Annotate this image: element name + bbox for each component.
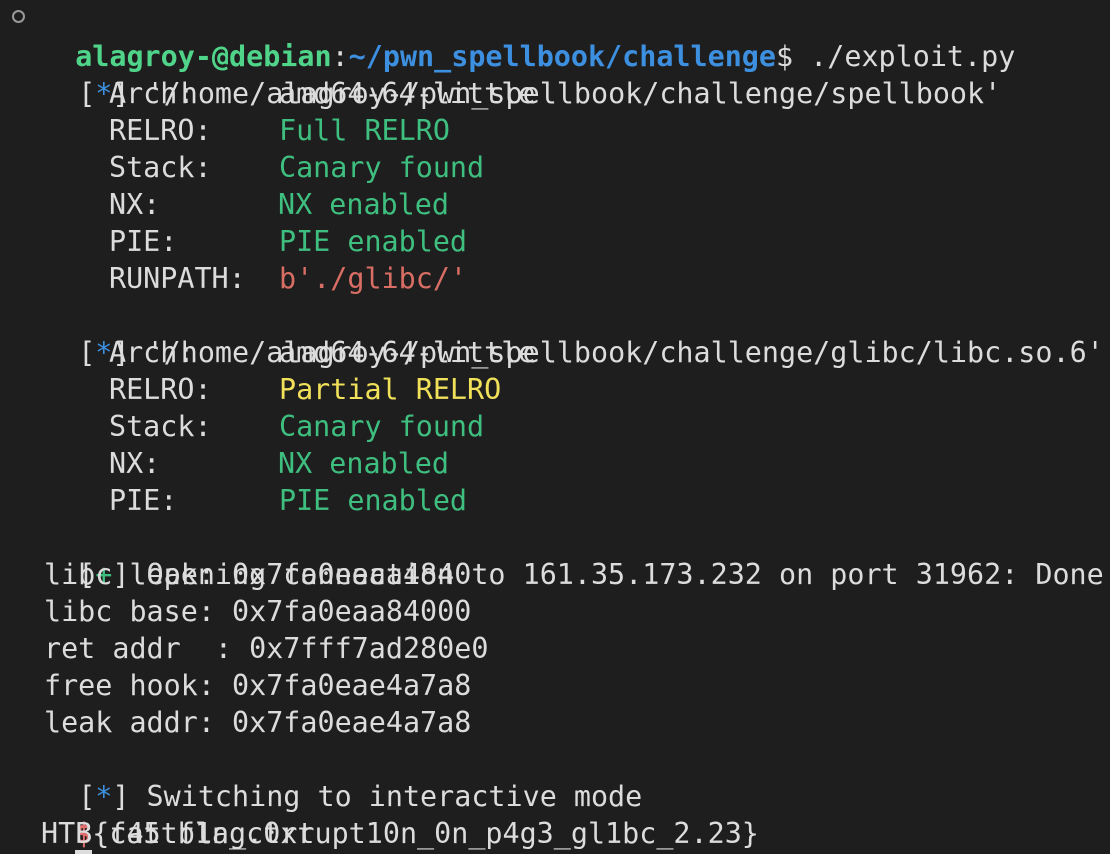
prop-key: Stack: bbox=[109, 151, 212, 184]
prop-key: Stack: bbox=[109, 410, 212, 443]
prop-key: RELRO: bbox=[109, 373, 212, 406]
prop-value: PIE enabled bbox=[279, 225, 468, 258]
file1-header: [*] '/home/alagroy-/pwn_spellbook/challe… bbox=[44, 38, 1001, 110]
prompt-line: alagroy-@debian:~/pwn_spellbook/challeng… bbox=[41, 1, 1015, 73]
prop-value: Partial RELRO bbox=[279, 373, 502, 406]
prop-value: PIE enabled bbox=[279, 484, 468, 517]
file2-prop-row: NX: NX enabled bbox=[0, 445, 449, 482]
prop-value: Canary found bbox=[279, 410, 485, 443]
file1-path: '/home/alagroy-/pwn_spellbook/challenge/… bbox=[146, 77, 1002, 110]
prop-key: PIE: bbox=[109, 225, 178, 258]
file1-prop-row: RUNPATH: b'./glibc/' bbox=[0, 260, 467, 297]
interactive-line: [*] Switching to interactive mode bbox=[44, 741, 642, 813]
prop-value: b'./glibc/' bbox=[279, 262, 468, 295]
prop-key: Arch: bbox=[109, 77, 195, 110]
prop-value: NX enabled bbox=[278, 447, 449, 480]
leak-line: libc leak: 0x7fa0eaaa4840 bbox=[44, 558, 472, 591]
shell-command-line: $ cat flag.txt bbox=[41, 778, 314, 850]
file1-prop-row: PIE: PIE enabled bbox=[0, 223, 467, 260]
prop-value: amd64-64-little bbox=[279, 77, 536, 110]
file2-header: [*] '/home/alagroy-/pwn_spellbook/challe… bbox=[44, 297, 1104, 369]
flag-output[interactable]: HTB{f45tb1n_c0rrupt10n_0n_p4g3_gl1bc_2.2… bbox=[41, 815, 759, 852]
info-open-bracket: [ bbox=[78, 77, 96, 110]
prop-key: PIE: bbox=[109, 484, 178, 517]
prop-key: NX: bbox=[109, 188, 161, 221]
leak-line: libc base: 0x7fa0eaa84000 bbox=[44, 595, 472, 628]
file1-prop-row: RELRO: Full RELRO bbox=[0, 112, 450, 149]
file1-prop-row: Stack: Canary found bbox=[0, 149, 484, 186]
prop-key: NX: bbox=[109, 447, 161, 480]
file2-prop-row: Arch: amd64-64-little bbox=[0, 334, 535, 371]
leak-line: ret addr : 0x7fff7ad280e0 bbox=[44, 632, 489, 665]
prompt-status-icon bbox=[12, 10, 25, 23]
prop-key: RELRO: bbox=[109, 114, 212, 147]
prop-value: Canary found bbox=[279, 151, 485, 184]
file2-prop-row: RELRO: Partial RELRO bbox=[0, 371, 501, 408]
prop-value: amd64-64-little bbox=[279, 336, 536, 369]
info-open-bracket: [ bbox=[78, 336, 96, 369]
leak-line: leak addr: 0x7fa0eae4a7a8 bbox=[44, 706, 472, 739]
terminal-cursor[interactable] bbox=[75, 850, 92, 854]
prop-key: RUNPATH: bbox=[109, 262, 246, 295]
file2-prop-row: PIE: PIE enabled bbox=[0, 482, 467, 519]
leak-line: free hook: 0x7fa0eae4a7a8 bbox=[44, 669, 472, 702]
file1-prop-row: Arch: amd64-64-little bbox=[0, 75, 535, 112]
prop-value: Full RELRO bbox=[279, 114, 450, 147]
file1-prop-row: NX: NX enabled bbox=[0, 186, 449, 223]
prop-key: Arch: bbox=[109, 336, 195, 369]
connection-line: [+] Opening connection to 161.35.173.232… bbox=[44, 519, 1104, 591]
prop-value: NX enabled bbox=[278, 188, 449, 221]
file2-prop-row: Stack: Canary found bbox=[0, 408, 484, 445]
